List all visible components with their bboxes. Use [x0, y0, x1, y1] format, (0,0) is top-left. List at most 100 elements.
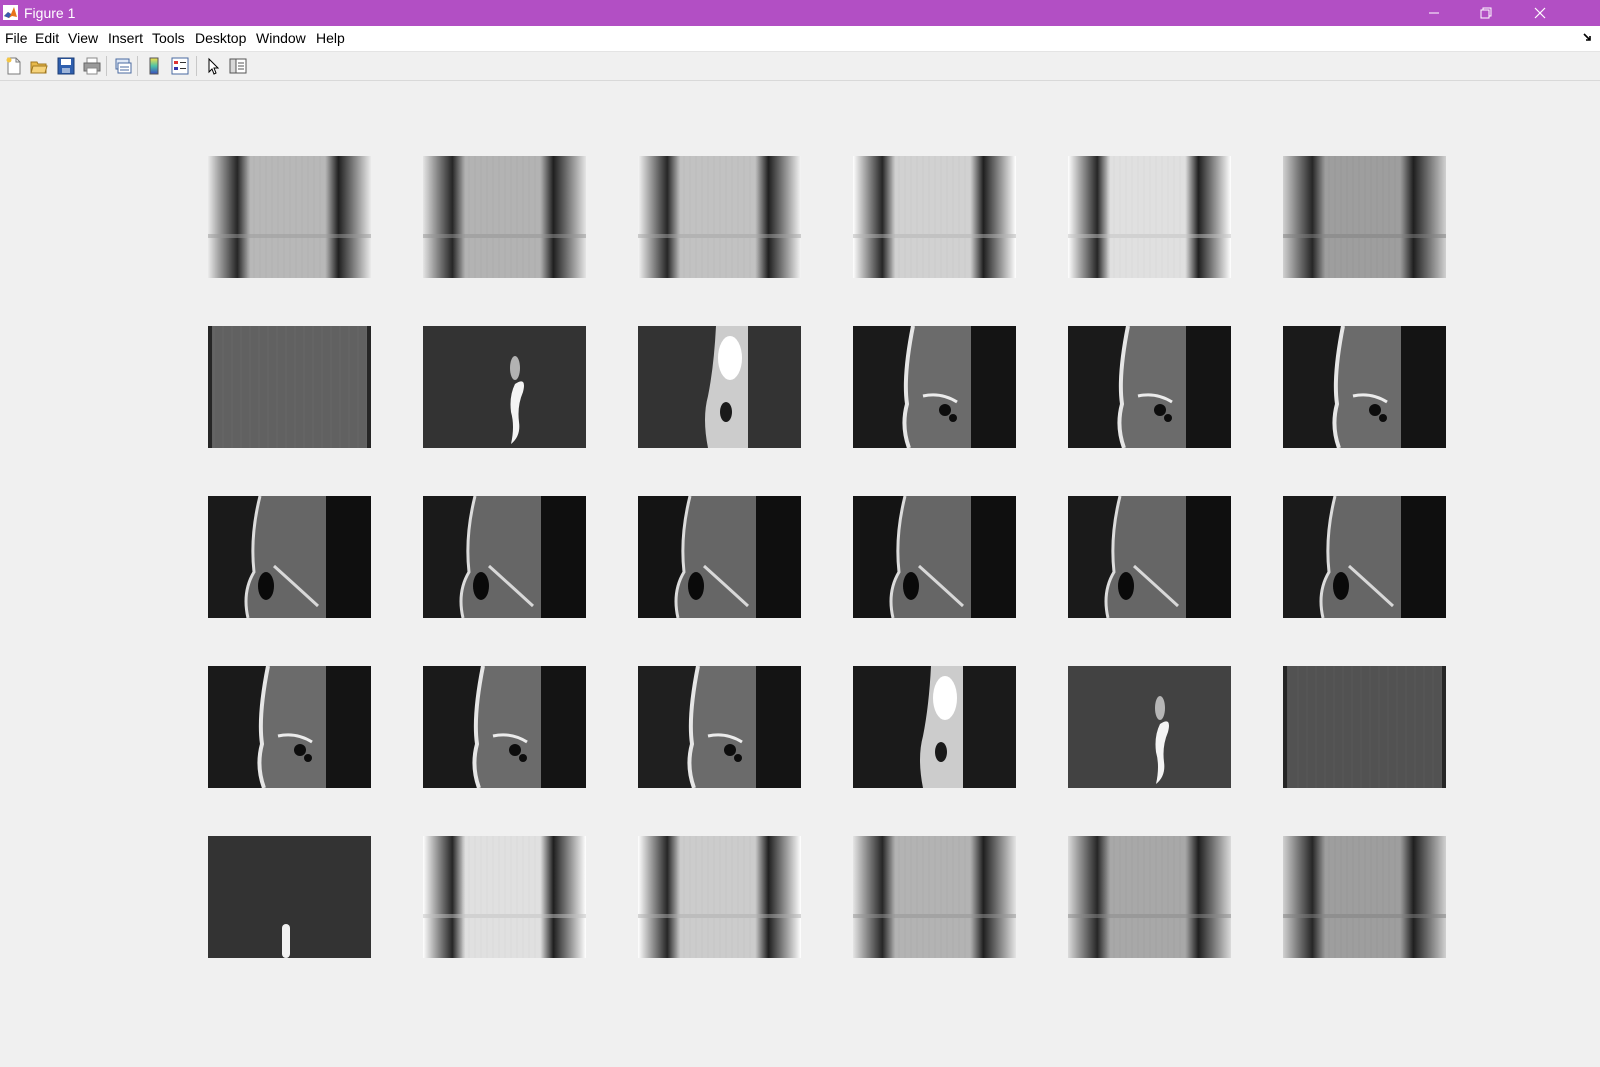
close-icon: [1534, 7, 1546, 19]
save-figure-button[interactable]: [55, 55, 77, 77]
slice-image: [853, 156, 1016, 278]
subplot-image[interactable]: [208, 496, 371, 618]
slice-image: [208, 496, 371, 618]
slice-image: [208, 836, 371, 958]
toolbar-separator: [196, 56, 197, 76]
slice-image: [853, 496, 1016, 618]
slice-image: [1068, 496, 1231, 618]
menu-view-label: View: [68, 30, 99, 46]
dock-figure-icon[interactable]: [1582, 32, 1594, 44]
print-figure-button[interactable]: [81, 55, 103, 77]
subplot-image[interactable]: [638, 156, 801, 278]
toolbar-separator: [106, 56, 107, 76]
slice-image: [1283, 326, 1446, 448]
menu-bar: File Edit View Insert Tools Desktop Wind…: [0, 26, 1600, 52]
title-bar: Figure 1: [0, 0, 1600, 26]
subplot-image[interactable]: [1068, 836, 1231, 958]
insert-legend-button[interactable]: [169, 55, 191, 77]
subplot-image[interactable]: [423, 836, 586, 958]
subplot-image[interactable]: [638, 496, 801, 618]
slice-image: [423, 326, 586, 448]
subplot-image[interactable]: [853, 666, 1016, 788]
slice-image: [208, 156, 371, 278]
open-file-icon: [30, 61, 48, 74]
property-inspector-button[interactable]: [227, 55, 249, 77]
subplot-image[interactable]: [853, 496, 1016, 618]
restore-icon: [1480, 7, 1492, 19]
menu-help[interactable]: Help: [316, 30, 345, 47]
subplot-image[interactable]: [853, 836, 1016, 958]
subplot-image[interactable]: [638, 326, 801, 448]
new-figure-button[interactable]: [3, 55, 25, 77]
slice-image: [853, 836, 1016, 958]
subplot-image[interactable]: [423, 156, 586, 278]
menu-tools[interactable]: Tools: [152, 30, 185, 47]
edit-plot-button[interactable]: [202, 55, 224, 77]
menu-desktop-label: Desktop: [195, 30, 247, 46]
subplot-image[interactable]: [1283, 666, 1446, 788]
menu-file[interactable]: File: [5, 30, 28, 47]
slice-image: [423, 496, 586, 618]
insert-colorbar-icon: [149, 57, 159, 75]
close-button[interactable]: [1517, 0, 1563, 26]
slice-image: [1283, 666, 1446, 788]
subplot-image[interactable]: [1068, 666, 1231, 788]
menu-help-label: Help: [316, 30, 345, 46]
subplot-image[interactable]: [1283, 496, 1446, 618]
subplot-image[interactable]: [1068, 326, 1231, 448]
slice-image: [1283, 836, 1446, 958]
matlab-logo-icon: [3, 5, 18, 20]
slice-image: [208, 326, 371, 448]
menu-edit-label: Edit: [35, 30, 60, 46]
subplot-image[interactable]: [208, 326, 371, 448]
slice-image: [638, 666, 801, 788]
subplot-image[interactable]: [423, 496, 586, 618]
link-plot-icon: [115, 58, 132, 74]
slice-image: [1283, 496, 1446, 618]
insert-legend-icon: [171, 57, 189, 75]
subplot-image[interactable]: [1068, 156, 1231, 278]
subplot-image[interactable]: [1283, 836, 1446, 958]
subplot-image[interactable]: [423, 326, 586, 448]
slice-image: [638, 836, 801, 958]
subplot-image[interactable]: [853, 326, 1016, 448]
subplot-image[interactable]: [423, 666, 586, 788]
slice-image: [638, 326, 801, 448]
subplot-image[interactable]: [853, 156, 1016, 278]
subplot-image[interactable]: [638, 836, 801, 958]
slice-image: [853, 666, 1016, 788]
menu-window-label: Window: [256, 30, 306, 46]
print-figure-icon: [83, 57, 101, 75]
subplot-image[interactable]: [1283, 156, 1446, 278]
property-inspector-icon: [229, 58, 247, 74]
slice-image: [423, 666, 586, 788]
toolbar-separator: [137, 56, 138, 76]
insert-colorbar-button[interactable]: [143, 55, 165, 77]
figure-toolbar: [0, 52, 1600, 81]
subplot-image[interactable]: [638, 666, 801, 788]
slice-image: [1068, 156, 1231, 278]
open-file-button[interactable]: [28, 55, 50, 77]
menu-insert[interactable]: Insert: [108, 30, 143, 47]
menu-desktop[interactable]: Desktop: [195, 30, 246, 47]
slice-image: [1068, 836, 1231, 958]
subplot-image[interactable]: [208, 836, 371, 958]
minimize-button[interactable]: [1411, 0, 1457, 26]
slice-image: [208, 666, 371, 788]
link-plot-button[interactable]: [112, 55, 134, 77]
menu-window[interactable]: Window: [256, 30, 306, 47]
new-figure-icon: [6, 57, 21, 75]
slice-image: [638, 496, 801, 618]
slice-image: [853, 326, 1016, 448]
slice-image: [1283, 156, 1446, 278]
figure-canvas[interactable]: [0, 81, 1600, 1067]
menu-edit[interactable]: Edit: [35, 30, 59, 47]
slice-image: [423, 836, 586, 958]
restore-button[interactable]: [1463, 0, 1509, 26]
subplot-image[interactable]: [1068, 496, 1231, 618]
subplot-image[interactable]: [1283, 326, 1446, 448]
menu-view[interactable]: View: [68, 30, 98, 47]
minimize-icon: [1429, 12, 1439, 14]
subplot-image[interactable]: [208, 666, 371, 788]
subplot-image[interactable]: [208, 156, 371, 278]
